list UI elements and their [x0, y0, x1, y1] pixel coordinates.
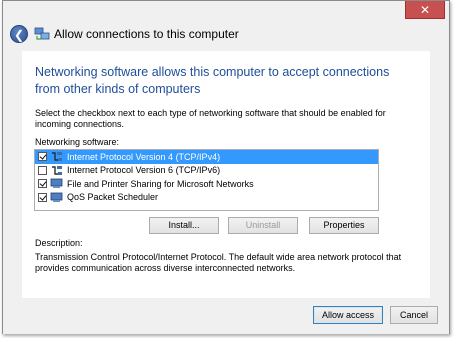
properties-button[interactable]: Properties — [309, 217, 379, 234]
list-item-label: Internet Protocol Version 6 (TCP/IPv6) — [67, 165, 221, 176]
checkbox-file-printer-sharing[interactable] — [38, 179, 47, 189]
network-service-icon — [50, 178, 63, 189]
close-button[interactable]: ✕ — [405, 1, 445, 19]
back-arrow-icon: ❮ — [13, 28, 25, 42]
network-service-icon — [50, 192, 63, 202]
instructions-text: Select the checkbox next to each type of… — [35, 108, 386, 129]
cancel-button[interactable]: Cancel — [390, 306, 438, 324]
checkbox-ipv6[interactable] — [38, 165, 47, 175]
list-item-label: QoS Packet Scheduler — [67, 192, 159, 203]
protocol-icon — [52, 165, 62, 175]
networking-software-list[interactable]: Internet Protocol Version 4 (TCP/IPv4) I… — [34, 149, 379, 211]
title-bar: ❮ Allow connections to this computer — [3, 19, 449, 51]
back-button[interactable]: ❮ — [10, 25, 28, 43]
list-item-label: Internet Protocol Version 4 (TCP/IPv4) — [67, 151, 221, 162]
description-label: Description: — [35, 238, 83, 248]
list-item-ipv6[interactable]: Internet Protocol Version 6 (TCP/IPv6) — [35, 164, 378, 178]
install-button[interactable]: Install... — [149, 217, 219, 234]
page-heading: Networking software allows this computer… — [35, 65, 390, 96]
protocol-icon — [52, 152, 62, 162]
network-computers-icon — [34, 27, 50, 40]
uninstall-button[interactable]: Uninstall — [228, 217, 298, 234]
checkbox-qos[interactable] — [38, 192, 47, 202]
networking-software-label: Networking software: — [35, 137, 120, 147]
close-icon: ✕ — [419, 3, 431, 17]
description-text: Transmission Control Protocol/Internet P… — [35, 252, 402, 273]
checkbox-ipv4[interactable] — [38, 152, 47, 162]
list-item-label: File and Printer Sharing for Microsoft N… — [67, 178, 254, 189]
list-item-qos[interactable]: QoS Packet Scheduler — [35, 191, 378, 205]
window-title: Allow connections to this computer — [54, 27, 239, 41]
content-panel: Networking software allows this computer… — [22, 51, 430, 298]
dialog-window: ✕ ❮ Allow connections to this computer N… — [2, 0, 450, 334]
allow-access-button[interactable]: Allow access — [313, 306, 383, 324]
dialog-footer: Allow access Cancel — [3, 298, 449, 334]
list-item-ipv4[interactable]: Internet Protocol Version 4 (TCP/IPv4) — [35, 150, 378, 164]
list-item-file-printer-sharing[interactable]: File and Printer Sharing for Microsoft N… — [35, 177, 378, 191]
